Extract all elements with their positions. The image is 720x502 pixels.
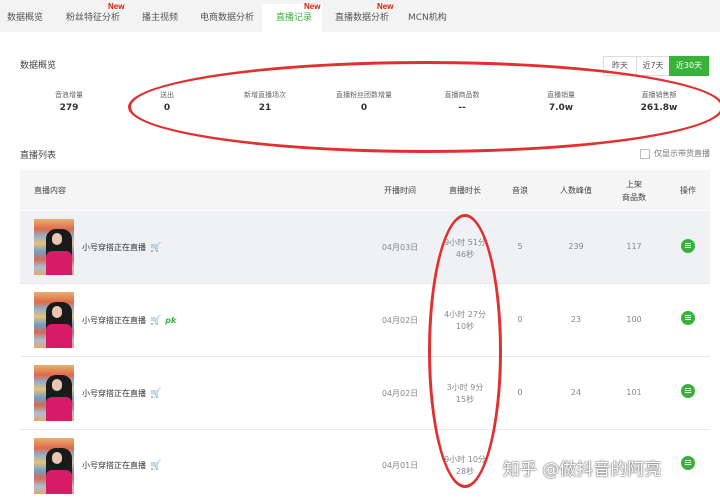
live-title[interactable]: 小号穿搭正在直播 🛒 [82, 242, 161, 253]
cart-icon: 🛒 [150, 389, 162, 399]
new-badge: New [304, 2, 321, 11]
menu-icon[interactable] [681, 239, 695, 253]
peak-value: 239 [568, 242, 584, 251]
peak-value: 23 [570, 315, 582, 324]
peak-value: 24 [570, 388, 582, 397]
live-only-filter[interactable]: 仅显示带货直播 [640, 148, 710, 159]
range-7days[interactable]: 近7天 [636, 56, 670, 76]
stat-label: 音浪增量 [55, 91, 83, 99]
overview-title: 数据概览 [20, 61, 57, 71]
goods-value: 117 [626, 242, 642, 251]
tab-videos[interactable]: 播主视频 [142, 10, 178, 23]
live-title[interactable]: 小号穿搭正在直播 🛒 pk [82, 315, 176, 326]
cart-icon: 🛒 [150, 461, 162, 471]
start-date: 04月02日 [381, 316, 419, 325]
col-duration: 直播时长 [449, 186, 481, 195]
start-date: 04月02日 [381, 389, 419, 398]
sound-value: 0 [517, 315, 523, 324]
filter-label: 仅显示带货直播 [654, 149, 710, 158]
cart-icon: 🛒 [150, 243, 162, 253]
sound-value: 5 [517, 242, 523, 251]
col-op: 操作 [680, 186, 696, 195]
col-start-time: 开播时间 [384, 186, 416, 195]
live-title[interactable]: 小号穿搭正在直播 🛒 [82, 460, 161, 471]
pk-badge: pk [165, 316, 177, 325]
range-30days[interactable]: 近30天 [669, 56, 709, 76]
live-list-title: 直播列表 [20, 151, 57, 161]
col-sound: 音浪 [512, 186, 528, 195]
col-content: 直播内容 [34, 186, 66, 195]
watermark: 知乎 @做抖音的阿亮 [503, 460, 662, 480]
thumbnail[interactable] [34, 438, 74, 494]
table-header: 直播内容 开播时间 直播时长 音浪 人数峰值 上架 商品数 操作 [20, 170, 710, 210]
annotation-ellipse-duration [428, 214, 502, 488]
start-date: 04月01日 [381, 461, 419, 470]
thumbnail[interactable] [34, 292, 74, 348]
col-goods-2: 商品数 [622, 193, 646, 202]
menu-icon[interactable] [681, 311, 695, 325]
stat-value: 279 [59, 103, 79, 113]
checkbox[interactable] [640, 148, 650, 159]
thumbnail[interactable] [34, 365, 74, 421]
new-badge: New [108, 2, 125, 11]
tab-ecommerce[interactable]: 电商数据分析 [200, 10, 254, 23]
tab-overview[interactable]: 数据概览 [7, 10, 43, 23]
cart-icon: 🛒 [150, 316, 162, 326]
sound-value: 0 [517, 388, 523, 397]
col-goods-1: 上架 [626, 180, 642, 189]
menu-icon[interactable] [681, 456, 695, 470]
table-row[interactable]: 小号穿搭正在直播 🛒 pk 04月02日 4小时 27分 10秒 0 23 100 [20, 284, 710, 357]
tab-live-analysis[interactable]: 直播数据分析 New [335, 2, 393, 23]
live-title[interactable]: 小号穿搭正在直播 🛒 [82, 388, 161, 399]
goods-value: 100 [626, 315, 642, 324]
thumbnail[interactable] [34, 219, 74, 275]
tab-live-records[interactable]: 直播记录 New [276, 2, 320, 23]
goods-value: 101 [626, 388, 642, 397]
tab-fan-analysis[interactable]: 粉丝特征分析 New [66, 2, 124, 23]
table-row[interactable]: 小号穿搭正在直播 🛒 04月02日 3小时 9分 15秒 0 24 101 [20, 357, 710, 430]
tab-mcn[interactable]: MCN机构 [408, 10, 447, 23]
col-peak: 人数峰值 [560, 186, 592, 195]
tab-bar: 数据概览 粉丝特征分析 New 播主视频 电商数据分析 直播记录 New 直播数… [0, 0, 720, 32]
annotation-ellipse-stats [128, 61, 720, 153]
table-row[interactable]: 小号穿搭正在直播 🛒 04月03日 9小时 51分 46秒 5 239 117 [20, 211, 710, 284]
start-date: 04月03日 [381, 243, 419, 252]
new-badge: New [377, 2, 394, 11]
menu-icon[interactable] [681, 384, 695, 398]
